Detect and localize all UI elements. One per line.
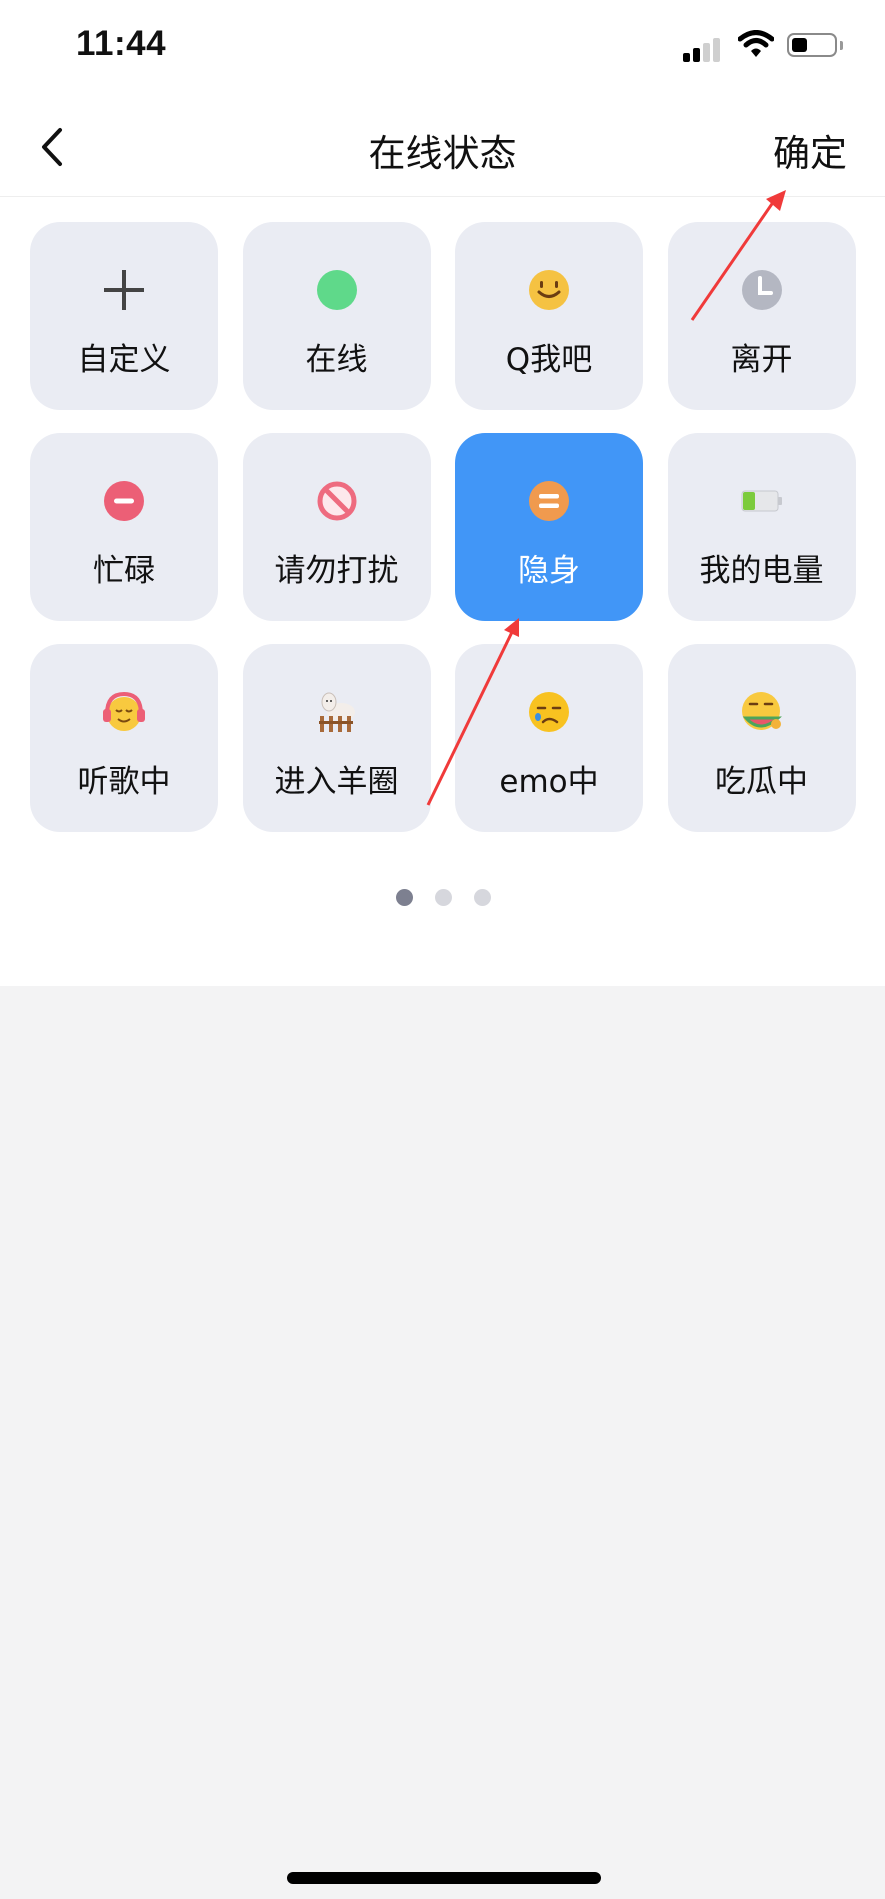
status-tile-invisible[interactable]: 隐身 [455,433,643,621]
status-time: 11:44 [76,24,167,63]
status-label: 吃瓜中 [715,764,808,800]
status-tile-busy[interactable]: 忙碌 [30,433,218,621]
status-tile-custom[interactable]: 自定义 [30,222,218,410]
status-label: Q我吧 [505,342,593,378]
header-divider [0,196,885,197]
status-label: 忙碌 [93,553,155,589]
status-label: 在线 [305,342,368,378]
sad-tear-face-icon [529,692,569,732]
page-dot-1[interactable] [396,889,413,906]
status-label: 我的电量 [699,553,824,589]
status-tile-emo[interactable]: emo中 [455,644,643,832]
status-tile-listening-music[interactable]: 听歌中 [30,644,218,832]
status-label: 听歌中 [77,764,171,800]
watermelon-face-icon [741,692,782,730]
status-label: 隐身 [518,553,580,589]
status-tile-online[interactable]: 在线 [242,222,431,410]
battery-icon [787,33,837,57]
status-label: 进入羊圈 [274,764,399,800]
smile-face-icon [529,270,569,310]
battery-icon [741,490,782,512]
cellular-signal-icon [683,38,720,62]
alpaca-fence-icon [318,692,355,732]
status-tile-my-battery[interactable]: 我的电量 [667,433,856,621]
page-dot-2[interactable] [435,889,452,906]
status-label: 离开 [730,342,793,378]
page-dot-3[interactable] [474,889,491,906]
status-tile-q-me[interactable]: Q我吧 [455,222,643,410]
invisible-equals-icon [529,481,569,521]
status-label: 请勿打扰 [274,553,399,589]
plus-icon [104,270,144,310]
status-tile-eating-melon[interactable]: 吃瓜中 [667,644,856,832]
home-indicator[interactable] [287,1872,601,1884]
busy-minus-icon [104,481,144,521]
wifi-icon [738,30,774,57]
status-tile-sheep-pen[interactable]: 进入羊圈 [242,644,431,832]
page-title: 在线状态 [368,132,517,175]
status-tile-do-not-disturb[interactable]: 请勿打扰 [242,433,431,621]
clock-icon [741,270,782,310]
page-indicator [396,889,491,906]
green-dot-icon [316,270,357,310]
battery-cap [840,41,843,50]
headphones-face-icon [103,691,145,731]
status-label: emo中 [499,764,599,800]
status-grid: 自定义 在线 Q我吧 离开 忙碌 请勿打扰 隐身 我的电量 听歌中 进入羊圈 e… [30,222,856,832]
do-not-disturb-icon [317,481,356,521]
status-label: 自定义 [77,342,171,378]
confirm-button[interactable]: 确定 [773,123,847,177]
status-tile-away[interactable]: 离开 [667,222,856,410]
